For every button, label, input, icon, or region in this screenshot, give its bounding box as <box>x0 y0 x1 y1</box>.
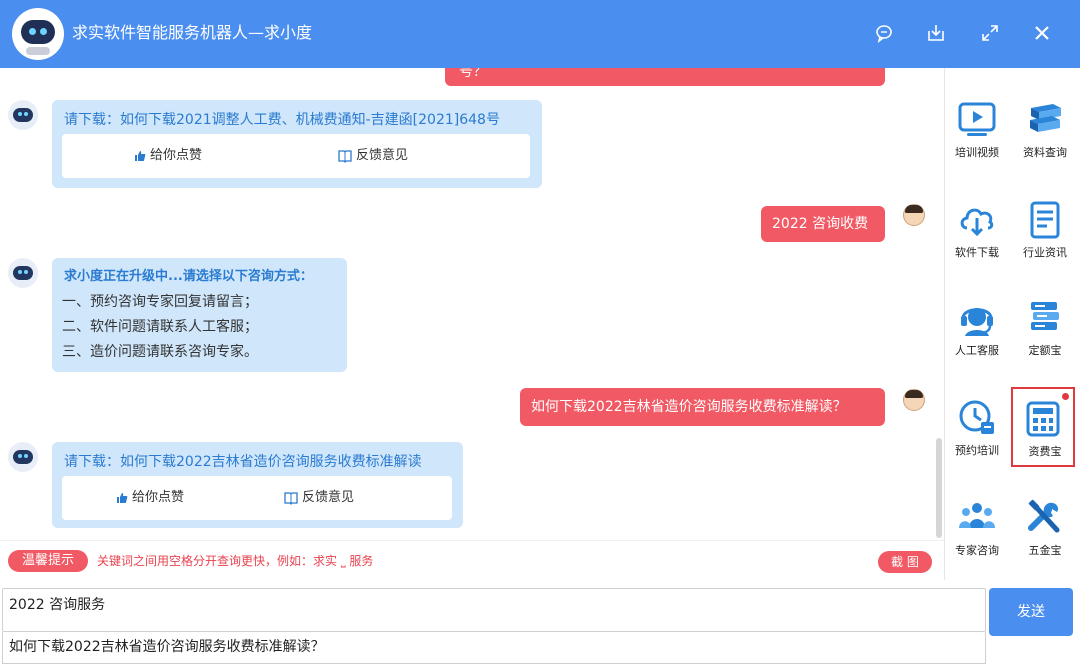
document-icon <box>1025 198 1065 242</box>
download-link[interactable]: 请下载：如何下载2021调整人工费、机械费通知-吉建函[2021]648号 <box>64 110 500 130</box>
database-stack-icon <box>1025 296 1065 340</box>
tool-industry-news[interactable]: 行业资讯 <box>1015 198 1075 274</box>
user-message: 2022 咨询收费 <box>761 206 885 242</box>
message-input[interactable]: 2022 咨询服务 <box>2 588 986 632</box>
download-link[interactable]: 请下载：如何下载2022吉林省造价咨询服务收费标准解读 <box>64 452 422 472</box>
feedback-button[interactable]: 反馈意见 <box>284 488 354 508</box>
bot-message: 求小度正在升级中...请选择以下咨询方式： 一、预约咨询专家回复请留言； 二、软… <box>52 258 347 372</box>
chat-messages[interactable]: 号？ 请下载：如何下载2021调整人工费、机械费通知-吉建函[2021]648号… <box>0 68 944 540</box>
bot-message: 请下载：如何下载2021调整人工费、机械费通知-吉建函[2021]648号 给你… <box>52 100 542 188</box>
video-play-icon <box>957 98 997 142</box>
user-avatar <box>903 204 925 226</box>
tool-sidebar: 培训视频 资料查询 软件下载 行业资讯 人工客服 定额宝 预约培训 资费宝 专家… <box>944 68 1080 580</box>
tool-quota-bao[interactable]: 定额宝 <box>1015 296 1075 372</box>
books-icon <box>1025 98 1065 142</box>
download-icon[interactable] <box>923 20 949 46</box>
people-group-icon <box>957 496 997 540</box>
thumbs-up-icon <box>117 493 128 503</box>
message-actions: 给你点赞 反馈意见 <box>62 134 530 178</box>
input-area: 2022 咨询服务 如何下载2022吉林省造价咨询服务收费标准解读？ 发送 <box>0 584 1080 667</box>
bot-avatar <box>8 442 38 472</box>
headset-icon <box>957 296 997 340</box>
bot-message: 请下载：如何下载2022吉林省造价咨询服务收费标准解读 给你点赞 反馈意见 <box>52 442 463 528</box>
user-avatar <box>903 389 925 411</box>
maximize-icon[interactable] <box>977 20 1003 46</box>
suggestion-item[interactable]: 如何下载2022吉林省造价咨询服务收费标准解读？ <box>2 632 986 664</box>
tool-data-query[interactable]: 资料查询 <box>1015 98 1075 174</box>
like-button[interactable]: 给你点赞 <box>134 146 202 166</box>
feedback-book-icon <box>284 491 298 505</box>
feedback-button[interactable]: 反馈意见 <box>338 146 408 166</box>
thumbs-up-icon <box>135 151 146 161</box>
close-icon[interactable] <box>1029 20 1055 46</box>
tool-hardware-bao[interactable]: 五金宝 <box>1015 496 1075 572</box>
tool-fee-bao[interactable]: 资费宝 <box>1011 387 1075 467</box>
window-title: 求实软件智能服务机器人—求小度 <box>72 23 313 42</box>
cloud-download-icon <box>957 198 997 242</box>
user-message: 如何下载2022吉林省造价咨询服务收费标准解读？ <box>520 388 885 426</box>
screenshot-button[interactable]: 截 图 <box>878 551 932 573</box>
tip-text: 关键词之间用空格分开查询更快，例如：求实 ⎵ 服务 <box>97 554 374 568</box>
tool-book-training[interactable]: 预约培训 <box>947 396 1007 472</box>
bot-avatar <box>8 100 38 130</box>
bot-avatar <box>8 258 38 288</box>
tool-human-service[interactable]: 人工客服 <box>947 296 1007 372</box>
robot-logo <box>12 8 64 60</box>
chat-window: 求实软件智能服务机器人—求小度 号？ 请下载：如何下载2021调整人工费、机械费… <box>0 0 1080 667</box>
feedback-book-icon <box>338 149 352 163</box>
chat-bubble-icon[interactable] <box>871 20 897 46</box>
calculator-icon <box>1023 397 1063 441</box>
tool-software-download[interactable]: 软件下载 <box>947 198 1007 274</box>
message-actions: 给你点赞 反馈意见 <box>62 476 452 520</box>
tool-expert-consult[interactable]: 专家咨询 <box>947 496 1007 572</box>
send-button[interactable]: 发送 <box>989 588 1073 636</box>
notification-dot <box>1062 393 1069 400</box>
user-message-partial: 号？ <box>445 68 885 86</box>
tools-icon <box>1025 496 1065 540</box>
tool-training-video[interactable]: 培训视频 <box>947 98 1007 174</box>
tip-bar: 温馨提示 关键词之间用空格分开查询更快，例如：求实 ⎵ 服务 截 图 <box>0 540 944 580</box>
clock-calendar-icon <box>957 396 997 440</box>
like-button[interactable]: 给你点赞 <box>116 488 184 508</box>
tip-badge: 温馨提示 <box>8 550 88 572</box>
title-bar: 求实软件智能服务机器人—求小度 <box>0 0 1080 68</box>
